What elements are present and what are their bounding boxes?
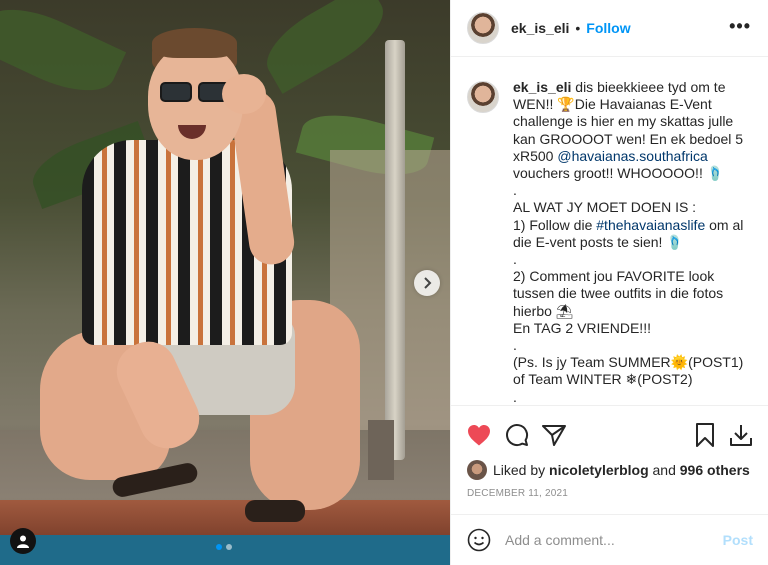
separator-dot: • (575, 20, 581, 36)
carousel-indicator (216, 544, 232, 550)
likes-prefix: Liked by (493, 462, 546, 478)
comment-icon (506, 424, 529, 447)
pool-water (0, 535, 450, 565)
bookmark-icon (696, 423, 714, 447)
avatar[interactable] (467, 12, 499, 44)
person-hair (152, 28, 237, 58)
likes-summary: Liked by nicoletylerblog and 996 others (467, 460, 750, 480)
send-icon (542, 425, 566, 446)
save-button[interactable] (692, 422, 718, 448)
carousel-dot (226, 544, 232, 550)
comment-button[interactable] (504, 422, 530, 448)
follow-button[interactable]: Follow (586, 20, 630, 36)
post-author-username[interactable]: ek_is_eli (511, 20, 569, 36)
avatar[interactable] (467, 81, 499, 113)
next-photo-button[interactable] (414, 270, 440, 296)
share-button[interactable] (541, 422, 567, 448)
post-header: ek_is_eli • Follow ••• (451, 0, 768, 57)
heart-icon (468, 425, 490, 446)
likes-count[interactable]: 996 others (680, 462, 750, 478)
palm-leaf (0, 0, 127, 107)
download-icon (730, 425, 752, 446)
caption-text: om al die E-vent posts te sien! 🩴 . 2) C… (513, 216, 744, 405)
post-photo[interactable] (0, 0, 450, 565)
palm-leaf (254, 0, 396, 94)
more-options-button[interactable]: ••• (729, 17, 751, 35)
comment-bar: Post (451, 514, 768, 565)
avatar[interactable] (467, 460, 487, 480)
emoji-icon (467, 528, 491, 552)
caption-section: ek_is_eli dis bieekkieee tyd om te WEN!!… (451, 57, 768, 405)
umbrella-pole (385, 40, 405, 460)
caption-username[interactable]: ek_is_eli (513, 79, 571, 95)
tagged-users-button[interactable] (10, 528, 36, 554)
pool-edge (0, 500, 450, 540)
post-date[interactable]: DECEMBER 11, 2021 (467, 488, 568, 499)
umbrella-base (368, 420, 394, 480)
liker-username[interactable]: nicoletylerblog (549, 462, 649, 478)
mention-link[interactable]: @havaianas.southafrica (557, 148, 707, 164)
comment-input[interactable] (505, 532, 715, 548)
carousel-dot-active (216, 544, 222, 550)
user-tag-icon (17, 535, 29, 548)
action-bar (451, 405, 768, 461)
like-button[interactable] (466, 422, 492, 448)
post-comment-button[interactable]: Post (723, 532, 753, 548)
chevron-right-icon (424, 277, 432, 289)
hashtag-link[interactable]: #thehavaianaslife (596, 217, 705, 233)
emoji-button[interactable] (467, 528, 491, 552)
person-hand (222, 74, 266, 114)
likes-and: and (652, 462, 676, 478)
download-button[interactable] (728, 422, 754, 448)
post-caption: ek_is_eli dis bieekkieee tyd om te WEN!!… (513, 79, 753, 405)
post-details-panel: ek_is_eli • Follow ••• ek_is_eli dis bie… (450, 0, 768, 565)
sandal (245, 500, 305, 522)
